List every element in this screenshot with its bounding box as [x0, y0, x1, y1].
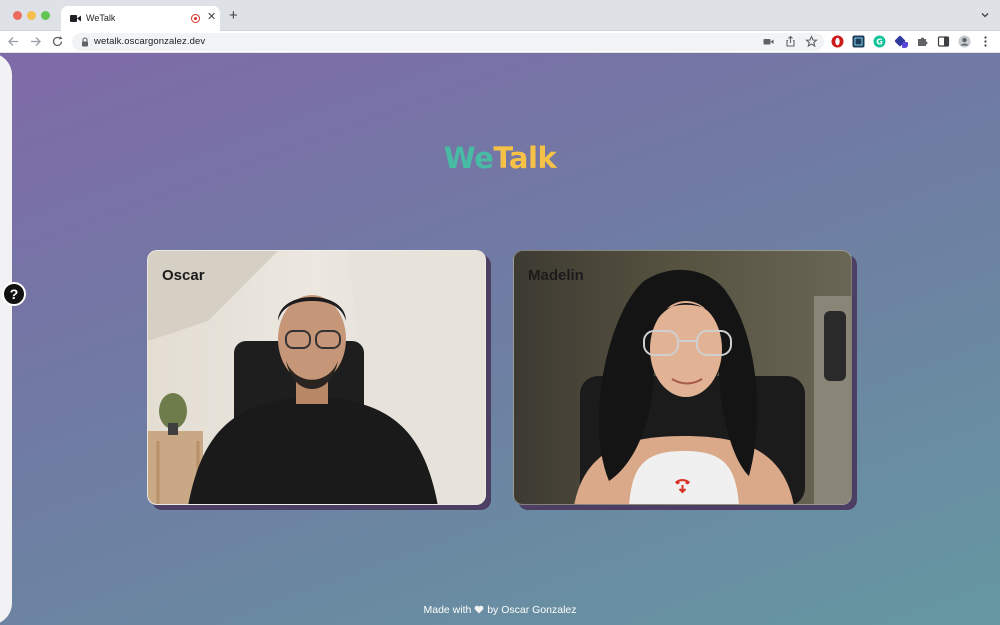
app-page: ? WeTalk Oscar Madelin Made with by Osca… [0, 53, 1000, 625]
share-icon[interactable] [784, 35, 797, 48]
footer: Made with by Oscar Gonzalez [0, 604, 1000, 616]
side-panel-edge [0, 53, 12, 625]
video-tile-madelin: Madelin [513, 250, 852, 505]
sidebar-icon[interactable] [937, 35, 950, 48]
puzzle-icon[interactable] [916, 35, 929, 48]
extension-badge-icon[interactable] [895, 35, 908, 48]
video-feed-madelin [574, 269, 851, 504]
opera-icon[interactable] [831, 35, 844, 48]
lock-icon[interactable] [81, 37, 89, 47]
logo-we: We [443, 141, 494, 175]
hang-up-button[interactable] [669, 471, 696, 498]
profile-icon[interactable] [958, 35, 971, 48]
url-text: wetalk.oscargonzalez.dev [94, 36, 206, 47]
more-icon[interactable] [979, 35, 992, 48]
address-bar[interactable]: wetalk.oscargonzalez.dev [72, 33, 824, 51]
video-camera-icon [70, 15, 81, 22]
participant-name: Madelin [528, 267, 584, 284]
svg-text:G: G [876, 38, 883, 47]
wetalk-logo: WeTalk [0, 141, 1000, 175]
close-window-button[interactable] [13, 11, 22, 20]
recording-indicator-icon [191, 14, 200, 23]
grammarly-icon[interactable]: G [873, 35, 886, 48]
heart-icon [474, 605, 484, 614]
video-feed-oscar [148, 251, 485, 504]
browser-tab[interactable]: WeTalk ✕ [61, 6, 220, 31]
maximize-window-button[interactable] [41, 11, 50, 20]
chevron-down-icon[interactable] [980, 10, 990, 20]
footer-suffix: by Oscar Gonzalez [487, 604, 577, 616]
tab-title: WeTalk [86, 13, 116, 23]
help-button[interactable]: ? [2, 282, 26, 306]
video-tile-oscar: Oscar [147, 250, 486, 505]
participant-name: Oscar [162, 267, 205, 284]
tab-close-icon[interactable]: ✕ [207, 11, 216, 23]
forward-icon[interactable] [29, 35, 42, 48]
extension-icon[interactable] [852, 35, 865, 48]
back-icon[interactable] [7, 35, 20, 48]
camera-icon[interactable] [762, 35, 775, 48]
phone-hangup-icon [675, 479, 690, 494]
new-tab-button[interactable]: + [229, 8, 238, 23]
logo-talk: Talk [493, 141, 557, 175]
footer-prefix: Made with [423, 604, 472, 616]
minimize-window-button[interactable] [27, 11, 36, 20]
browser-tab-bar: WeTalk ✕ + [0, 0, 1000, 31]
reload-icon[interactable] [51, 35, 64, 48]
browser-toolbar: wetalk.oscargonzalez.dev G [0, 31, 1000, 53]
star-icon[interactable] [805, 35, 818, 48]
